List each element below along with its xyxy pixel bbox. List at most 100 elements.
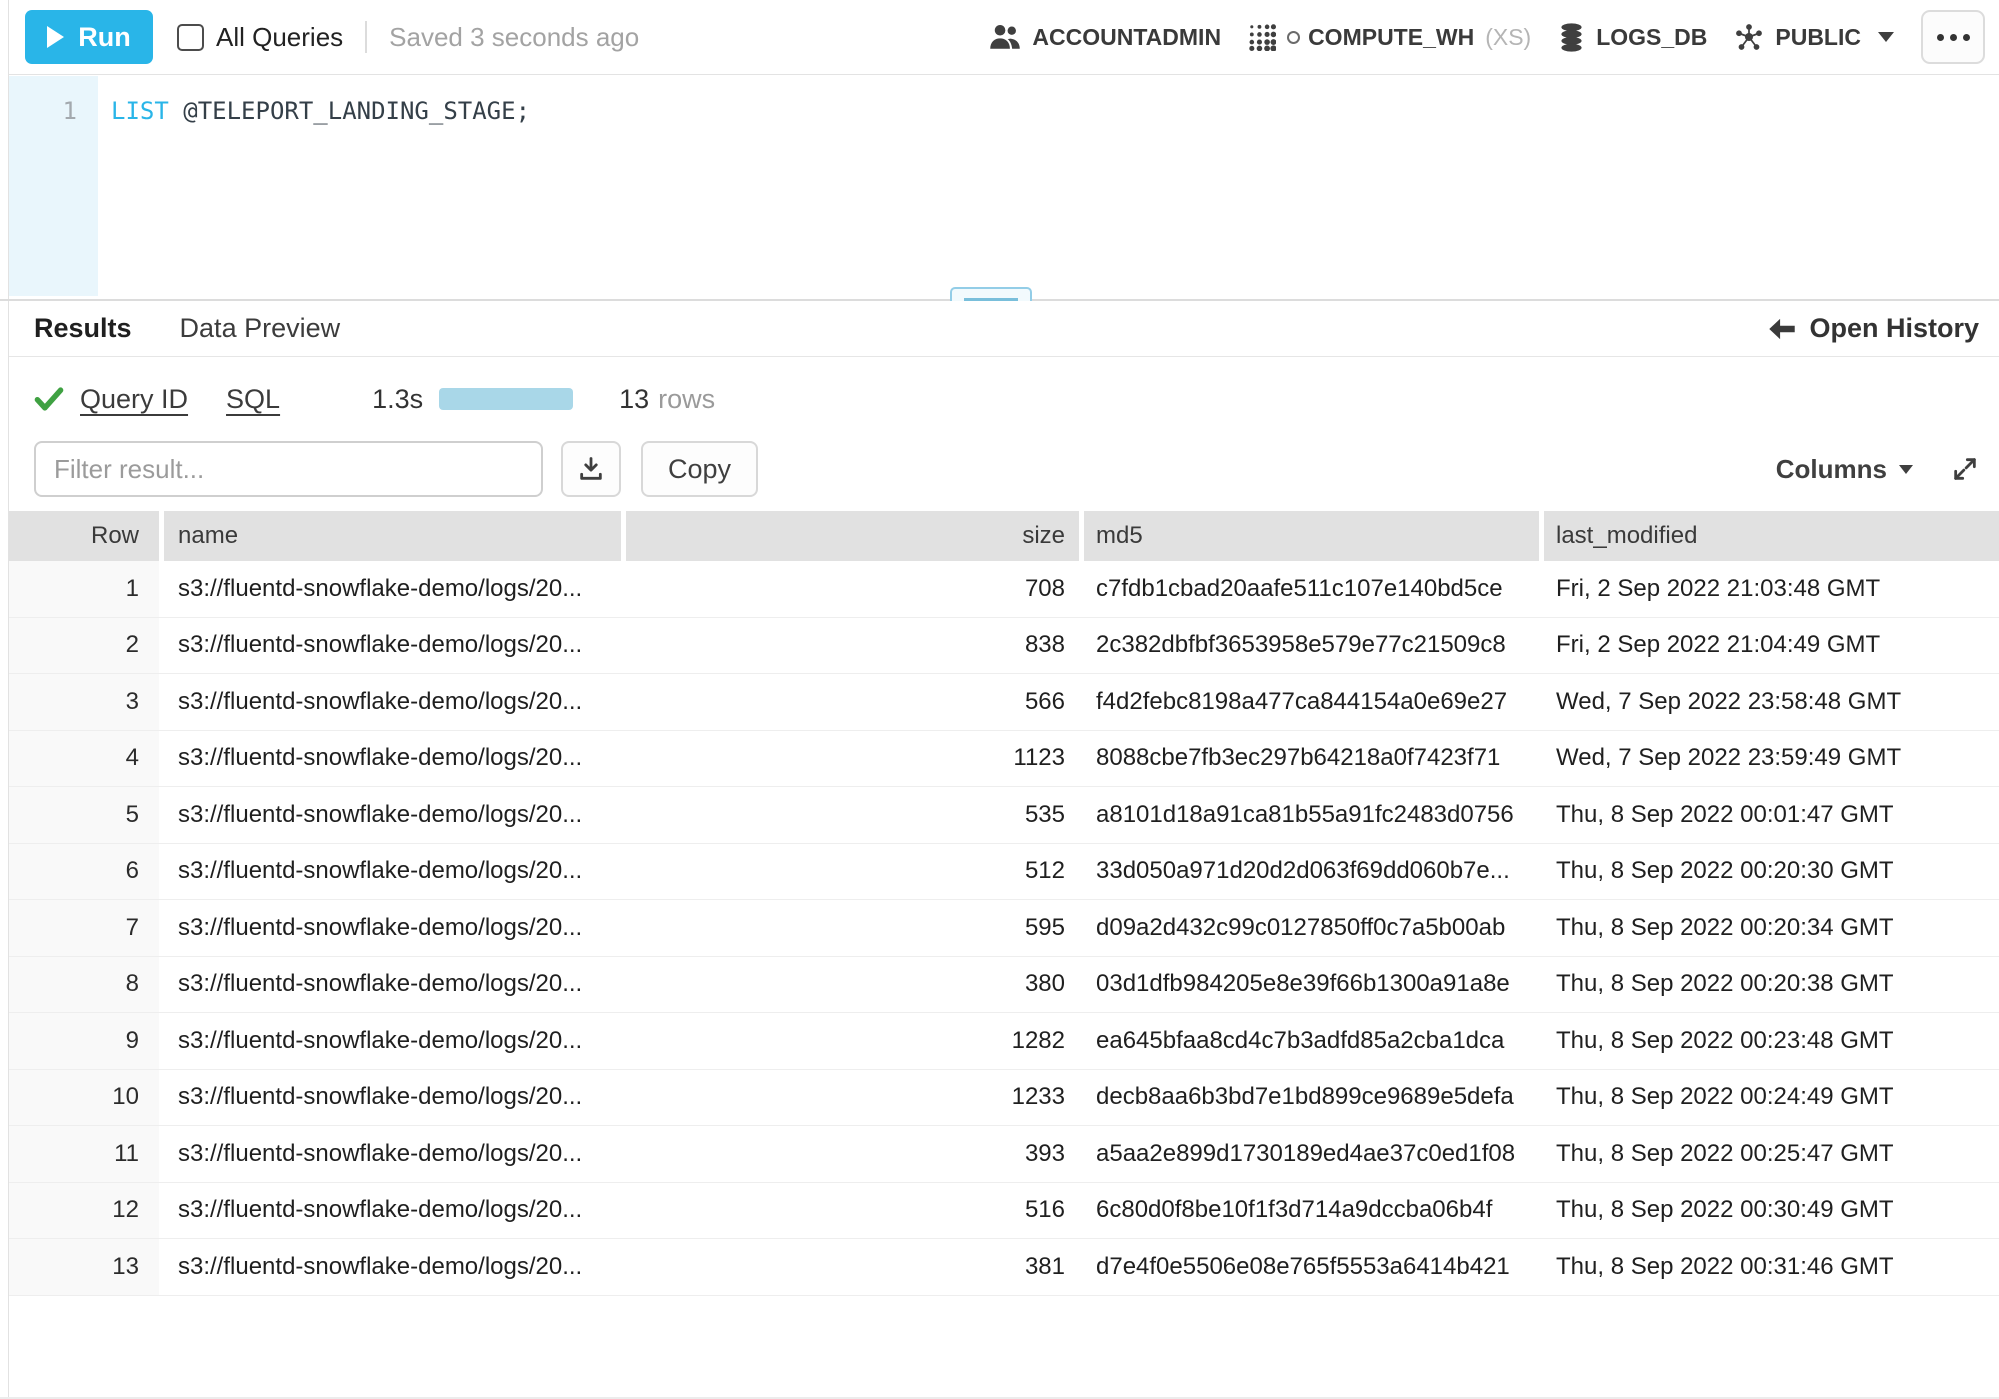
cell-size: 380 (626, 957, 1079, 1013)
rows-label: rows (658, 384, 715, 415)
expand-results-button[interactable] (1951, 455, 1979, 483)
worksheet-toolbar: Run All Queries Saved 3 seconds ago ACCO… (9, 0, 1999, 75)
cell-size: 381 (626, 1239, 1079, 1295)
download-results-button[interactable] (561, 441, 621, 497)
cell-size: 535 (626, 787, 1079, 843)
table-row[interactable]: 10s3://fluentd-snowflake-demo/logs/20...… (9, 1070, 1999, 1127)
column-header-md5[interactable]: md5 (1084, 511, 1539, 561)
database-selector[interactable]: LOGS_DB (1558, 23, 1707, 52)
cell-md5: ea645bfaa8cd4c7b3adfd85a2cba1dca (1084, 1013, 1539, 1069)
cell-last_modified: Fri, 2 Sep 2022 21:03:48 GMT (1544, 561, 1999, 617)
column-header-size[interactable]: size (626, 511, 1079, 561)
filter-results-input[interactable] (34, 441, 543, 497)
cell-name: s3://fluentd-snowflake-demo/logs/20... (164, 674, 621, 730)
cell-size: 1123 (626, 731, 1079, 787)
schema-selector[interactable]: PUBLIC (1734, 22, 1894, 52)
table-row[interactable]: 2s3://fluentd-snowflake-demo/logs/20...8… (9, 618, 1999, 675)
cell-name: s3://fluentd-snowflake-demo/logs/20... (164, 957, 621, 1013)
cell-last_modified: Fri, 2 Sep 2022 21:04:49 GMT (1544, 618, 1999, 674)
cell-md5: 2c382dbfbf3653958e579e77c21509c8 (1084, 618, 1539, 674)
cell-row: 11 (9, 1126, 159, 1182)
cell-name: s3://fluentd-snowflake-demo/logs/20... (164, 1183, 621, 1239)
database-name: LOGS_DB (1596, 24, 1707, 51)
cell-row: 5 (9, 787, 159, 843)
table-row[interactable]: 6s3://fluentd-snowflake-demo/logs/20...5… (9, 844, 1999, 901)
all-queries-label: All Queries (216, 22, 343, 53)
cell-md5: 33d050a971d20d2d063f69dd060b7e... (1084, 844, 1539, 900)
sql-editor[interactable]: 1 LIST @TELEPORT_LANDING_STAGE; (9, 76, 1999, 298)
cell-size: 708 (626, 561, 1079, 617)
cell-row: 13 (9, 1239, 159, 1295)
cell-name: s3://fluentd-snowflake-demo/logs/20... (164, 561, 621, 617)
cell-row: 4 (9, 731, 159, 787)
cell-size: 1233 (626, 1070, 1079, 1126)
toolbar-divider (365, 21, 367, 53)
warehouse-selector[interactable]: COMPUTE_WH (XS) (1248, 23, 1531, 51)
columns-label: Columns (1776, 454, 1887, 485)
cell-last_modified: Wed, 7 Sep 2022 23:59:49 GMT (1544, 731, 1999, 787)
cell-name: s3://fluentd-snowflake-demo/logs/20... (164, 900, 621, 956)
cell-md5: f4d2febc8198a477ca844154a0e69e27 (1084, 674, 1539, 730)
table-row[interactable]: 13s3://fluentd-snowflake-demo/logs/20...… (9, 1239, 1999, 1296)
cell-md5: 8088cbe7fb3ec297b64218a0f7423f71 (1084, 731, 1539, 787)
warehouse-name: COMPUTE_WH (1308, 24, 1474, 51)
open-history-button[interactable]: Open History (1768, 313, 1979, 344)
tab-data-preview[interactable]: Data Preview (180, 313, 341, 344)
open-history-label: Open History (1809, 313, 1979, 344)
cell-row: 1 (9, 561, 159, 617)
success-check-icon (34, 386, 64, 412)
run-button[interactable]: Run (25, 10, 153, 64)
column-header-last-modified[interactable]: last_modified (1544, 511, 1999, 561)
cell-row: 9 (9, 1013, 159, 1069)
table-row[interactable]: 1s3://fluentd-snowflake-demo/logs/20...7… (9, 561, 1999, 618)
all-queries-checkbox[interactable] (177, 24, 204, 51)
cell-last_modified: Thu, 8 Sep 2022 00:23:48 GMT (1544, 1013, 1999, 1069)
table-row[interactable]: 5s3://fluentd-snowflake-demo/logs/20...5… (9, 787, 1999, 844)
column-header-row[interactable]: Row (9, 511, 159, 561)
cell-name: s3://fluentd-snowflake-demo/logs/20... (164, 1126, 621, 1182)
line-number: 1 (9, 91, 98, 131)
cell-name: s3://fluentd-snowflake-demo/logs/20... (164, 1239, 621, 1295)
cell-row: 8 (9, 957, 159, 1013)
warehouse-status-icon (1287, 31, 1300, 44)
result-row-count: 13 (619, 384, 649, 415)
ellipsis-icon (1937, 34, 1944, 41)
cell-last_modified: Thu, 8 Sep 2022 00:24:49 GMT (1544, 1070, 1999, 1126)
cell-md5: 03d1dfb984205e8e39f66b1300a91a8e (1084, 957, 1539, 1013)
cell-name: s3://fluentd-snowflake-demo/logs/20... (164, 618, 621, 674)
expand-icon (1951, 455, 1979, 483)
context-selectors: ACCOUNTADMIN COMPUTE_WH (XS) (989, 10, 1985, 64)
results-tabbar: Results Data Preview Open History (9, 301, 1999, 357)
cell-md5: 6c80d0f8be10f1f3d714a9dccba06b4f (1084, 1183, 1539, 1239)
cell-size: 1282 (626, 1013, 1079, 1069)
cell-size: 566 (626, 674, 1079, 730)
cell-size: 512 (626, 844, 1079, 900)
table-row[interactable]: 9s3://fluentd-snowflake-demo/logs/20...1… (9, 1013, 1999, 1070)
query-status-row: Query ID SQL 1.3s 13 rows (9, 373, 1999, 425)
table-body: 1s3://fluentd-snowflake-demo/logs/20...7… (9, 561, 1999, 1296)
query-id-link[interactable]: Query ID (80, 384, 188, 415)
more-actions-button[interactable] (1921, 10, 1985, 64)
role-selector[interactable]: ACCOUNTADMIN (989, 24, 1221, 51)
warehouse-size: (XS) (1485, 24, 1531, 51)
sql-rest: @TELEPORT_LANDING_STAGE; (169, 97, 530, 125)
column-header-name[interactable]: name (164, 511, 621, 561)
results-table: Row name size md5 last_modified 1s3://fl… (9, 511, 1999, 1296)
table-row[interactable]: 3s3://fluentd-snowflake-demo/logs/20...5… (9, 674, 1999, 731)
table-row[interactable]: 4s3://fluentd-snowflake-demo/logs/20...1… (9, 731, 1999, 788)
download-icon (577, 455, 605, 483)
tab-results[interactable]: Results (34, 313, 132, 344)
columns-dropdown[interactable]: Columns (1776, 454, 1913, 485)
cell-size: 595 (626, 900, 1079, 956)
copy-button[interactable]: Copy (641, 441, 758, 497)
sql-link[interactable]: SQL (226, 384, 280, 415)
cell-md5: decb8aa6b3bd7e1bd899ce9689e5defa (1084, 1070, 1539, 1126)
table-row[interactable]: 11s3://fluentd-snowflake-demo/logs/20...… (9, 1126, 1999, 1183)
table-row[interactable]: 7s3://fluentd-snowflake-demo/logs/20...5… (9, 900, 1999, 957)
table-row[interactable]: 12s3://fluentd-snowflake-demo/logs/20...… (9, 1183, 1999, 1240)
table-row[interactable]: 8s3://fluentd-snowflake-demo/logs/20...3… (9, 957, 1999, 1014)
cell-md5: a5aa2e899d1730189ed4ae37c0ed1f08 (1084, 1126, 1539, 1182)
cell-name: s3://fluentd-snowflake-demo/logs/20... (164, 1070, 621, 1126)
cell-last_modified: Thu, 8 Sep 2022 00:31:46 GMT (1544, 1239, 1999, 1295)
cell-last_modified: Thu, 8 Sep 2022 00:20:38 GMT (1544, 957, 1999, 1013)
